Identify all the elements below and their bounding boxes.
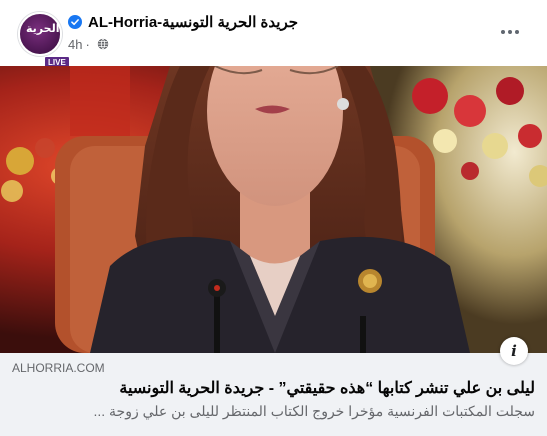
link-preview[interactable]: ALHORRIA.COM ليلى بن علي تنشر كتابها “هذ…	[0, 353, 547, 436]
page-name-row: AL-Horria-جريدة الحرية التونسية	[68, 12, 298, 32]
link-description: سجلت المكتبات الفرنسية مؤخرا خروج الكتاب…	[93, 403, 535, 419]
link-domain: ALHORRIA.COM	[12, 361, 105, 375]
page-avatar[interactable]: الحرية LIVE	[18, 12, 70, 70]
more-dot	[508, 30, 512, 34]
post-meta: 4h ·	[68, 36, 109, 52]
post-timestamp[interactable]: 4h	[68, 37, 82, 52]
post-header: الحرية LIVE AL-Horria-جريدة الحرية التون…	[0, 0, 547, 70]
avatar-logo: الحرية	[26, 22, 60, 35]
page-name-link[interactable]: AL-Horria-جريدة الحرية التونسية	[88, 13, 298, 31]
facebook-post-card: الحرية LIVE AL-Horria-جريدة الحرية التون…	[0, 0, 547, 436]
more-dot	[515, 30, 519, 34]
verified-badge-icon	[68, 15, 82, 29]
post-image[interactable]	[0, 66, 547, 353]
globe-icon[interactable]	[97, 38, 109, 50]
link-title[interactable]: ليلى بن علي تنشر كتابها “هذه حقيقتي” - ج…	[15, 378, 535, 398]
more-dot	[501, 30, 505, 34]
info-icon[interactable]: i	[500, 337, 528, 365]
post-photo-illustration	[0, 66, 547, 353]
more-options-button[interactable]	[496, 22, 524, 42]
meta-separator: ·	[85, 36, 90, 52]
